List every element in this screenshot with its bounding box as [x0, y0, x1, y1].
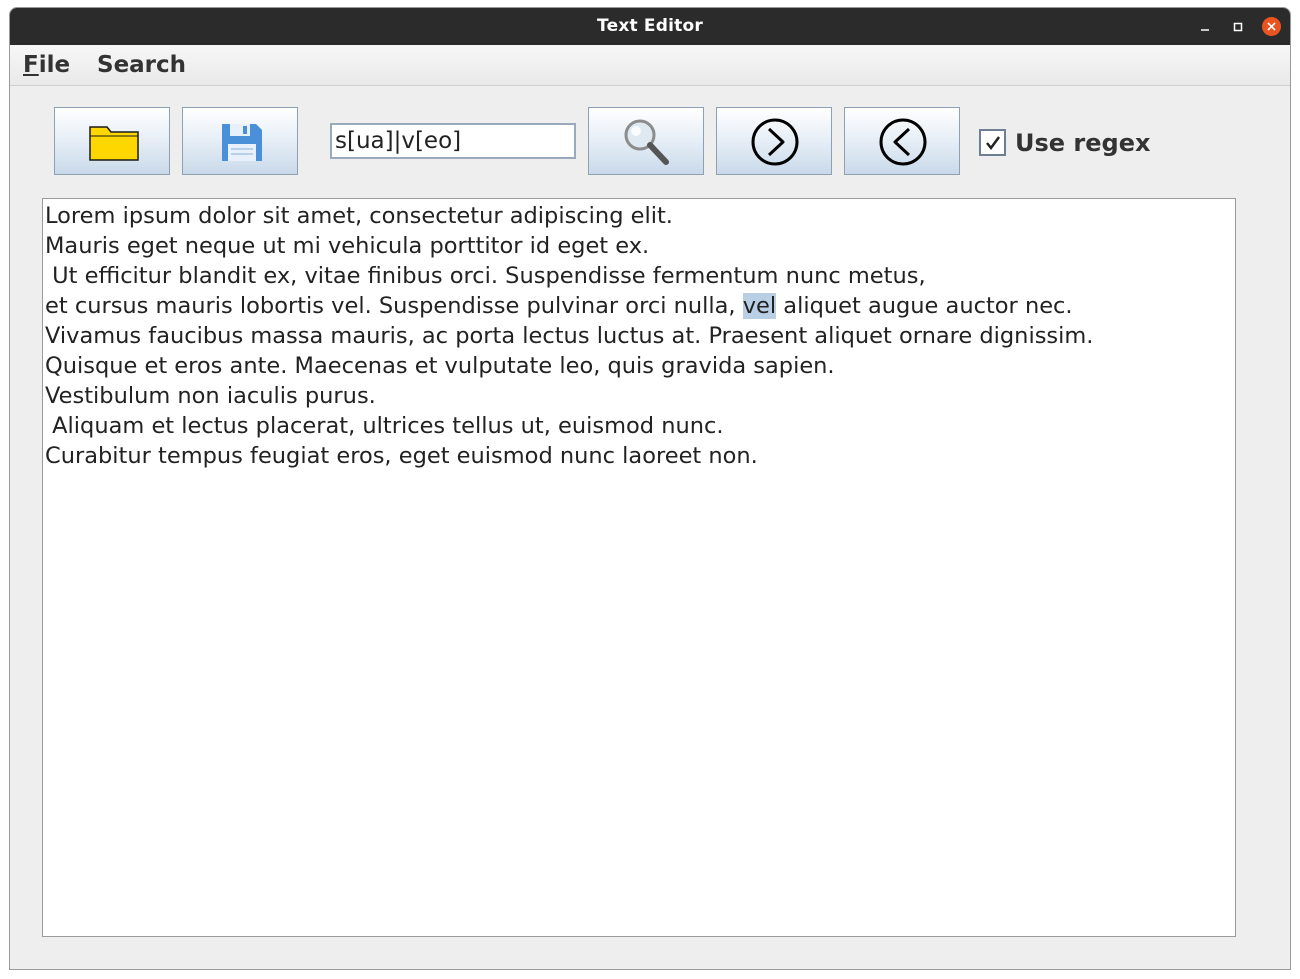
menu-file[interactable]: File	[23, 45, 70, 85]
text-editor-area[interactable]: Lorem ipsum dolor sit amet, consectetur …	[42, 198, 1236, 937]
editor-line: Quisque et eros ante. Maecenas et vulput…	[45, 353, 835, 379]
circled-right-arrow-icon	[751, 118, 799, 166]
window-title: Text Editor	[597, 16, 703, 36]
title-bar[interactable]: Text Editor	[10, 8, 1290, 45]
circled-left-arrow-icon	[879, 118, 927, 166]
search-match-highlight: vel	[742, 293, 777, 319]
checkmark-icon	[986, 136, 1001, 151]
use-regex-checkbox[interactable]	[979, 129, 1006, 156]
save-file-button[interactable]	[182, 107, 298, 175]
close-button[interactable]	[1262, 17, 1281, 36]
app-window: Text Editor File Search s[ua]|v[eo] Use …	[9, 7, 1291, 970]
menu-bar: File Search	[10, 45, 1290, 86]
open-file-button[interactable]	[54, 107, 170, 175]
magnifier-icon	[624, 119, 669, 165]
find-button[interactable]	[588, 107, 704, 175]
minimize-button[interactable]	[1195, 17, 1215, 37]
maximize-button[interactable]	[1228, 17, 1248, 37]
maximize-icon	[1233, 22, 1243, 32]
minimize-icon	[1201, 29, 1209, 31]
editor-line: Vestibulum non iaculis purus.	[45, 383, 376, 409]
editor-line: Ut efficitur blandit ex, vitae finibus o…	[45, 263, 926, 289]
menu-file-mnemonic: F	[23, 52, 39, 78]
editor-line: Mauris eget neque ut mi vehicula porttit…	[45, 233, 650, 259]
editor-line: Vivamus faucibus massa mauris, ac porta …	[45, 323, 1094, 349]
menu-file-label: ile	[38, 52, 71, 78]
find-previous-button[interactable]	[844, 107, 960, 175]
find-next-button[interactable]	[716, 107, 832, 175]
editor-line-text: et cursus mauris lobortis vel. Suspendis…	[45, 293, 743, 319]
editor-line: Curabitur tempus feugiat eros, eget euis…	[45, 443, 758, 469]
menu-search[interactable]: Search	[97, 45, 186, 85]
folder-icon	[89, 126, 139, 161]
search-input[interactable]	[330, 123, 576, 159]
editor-line: et cursus mauris lobortis vel. Suspendis…	[43, 291, 1235, 321]
close-icon	[1267, 22, 1276, 31]
use-regex-label[interactable]: Use regex	[1015, 126, 1150, 160]
editor-line-text: aliquet augue auctor nec.	[776, 293, 1073, 319]
editor-line: Lorem ipsum dolor sit amet, consectetur …	[45, 203, 673, 229]
editor-line: Aliquam et lectus placerat, ultrices tel…	[45, 413, 724, 439]
floppy-disk-icon	[222, 124, 262, 161]
